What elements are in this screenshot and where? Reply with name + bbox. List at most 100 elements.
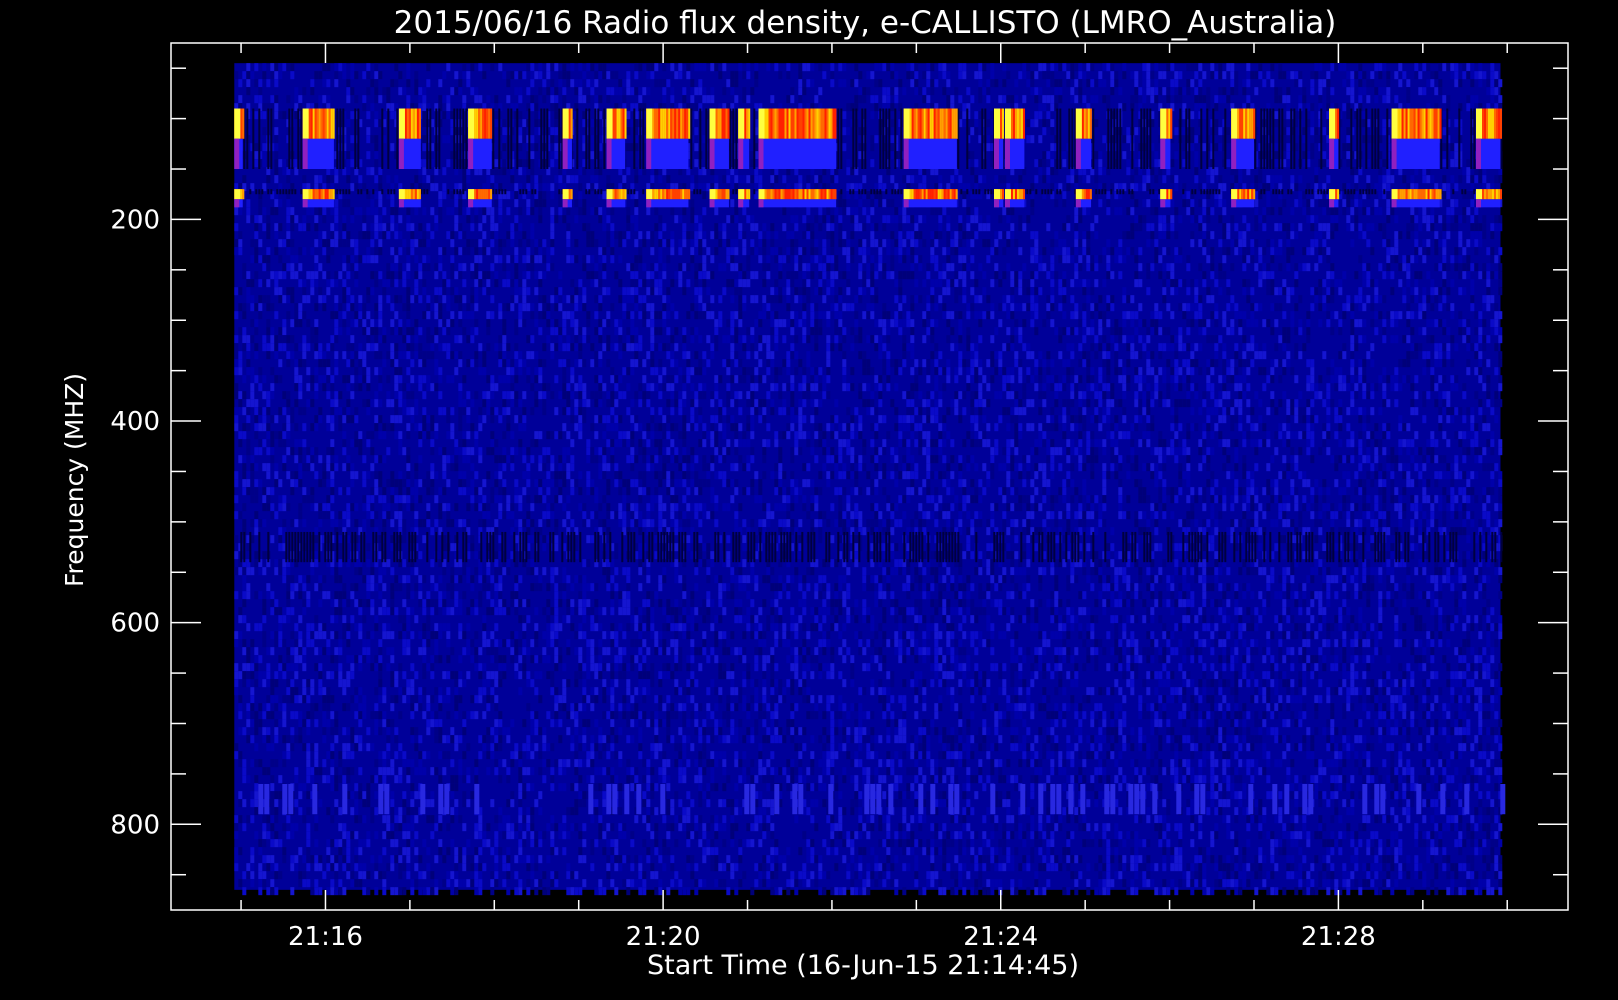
noise-cell — [562, 575, 567, 584]
noise-cell — [406, 495, 411, 504]
noise-cell — [506, 279, 511, 288]
noise-cell — [458, 303, 463, 312]
noise-cell — [270, 759, 275, 768]
noise-cell — [234, 751, 239, 760]
noise-cell — [578, 327, 583, 336]
noise-cell — [270, 503, 275, 512]
noise-cell — [462, 311, 467, 320]
noise-cell — [322, 271, 327, 280]
noise-cell — [238, 695, 243, 704]
noise-cell — [406, 407, 411, 416]
noise-cell — [338, 823, 343, 832]
noise-cell — [626, 583, 631, 592]
noise-cell — [646, 287, 651, 296]
noise-cell — [446, 623, 451, 632]
noise-cell — [574, 87, 579, 96]
noise-cell — [550, 639, 555, 648]
noise-cell — [366, 383, 371, 392]
noise-cell — [298, 871, 303, 880]
noise-cell — [410, 799, 415, 808]
noise-cell — [630, 519, 635, 528]
noise-cell — [258, 415, 263, 424]
noise-cell — [558, 335, 563, 344]
noise-cell — [506, 359, 511, 368]
noise-cell — [274, 599, 279, 608]
noise-cell — [402, 631, 407, 640]
noise-cell — [370, 807, 375, 816]
noise-cell — [542, 359, 547, 368]
noise-cell — [494, 607, 499, 616]
noise-cell — [246, 367, 251, 376]
noise-cell — [362, 223, 367, 232]
noise-cell — [326, 847, 331, 856]
noise-cell — [334, 63, 339, 72]
noise-cell — [286, 687, 291, 696]
noise-cell — [502, 455, 507, 464]
noise-cell — [578, 359, 583, 368]
noise-cell — [274, 863, 279, 872]
noise-cell — [538, 391, 543, 400]
noise-cell — [378, 679, 383, 688]
noise-cell — [278, 607, 283, 616]
noise-cell — [262, 295, 267, 304]
noise-cell — [414, 831, 419, 840]
noise-cell — [654, 207, 659, 216]
noise-cell — [514, 287, 519, 296]
noise-cell — [478, 695, 483, 704]
noise-cell — [486, 511, 491, 520]
noise-cell — [366, 639, 371, 648]
noise-cell — [362, 183, 367, 192]
noise-cell — [554, 495, 559, 504]
noise-cell — [418, 575, 423, 584]
noise-cell — [430, 335, 435, 344]
noise-cell — [258, 207, 263, 216]
noise-cell — [306, 367, 311, 376]
noise-cell — [494, 647, 499, 656]
noise-cell — [426, 327, 431, 336]
noise-cell — [578, 415, 583, 424]
noise-cell — [554, 567, 559, 576]
noise-cell — [426, 639, 431, 648]
noise-cell — [450, 815, 455, 824]
noise-cell — [410, 223, 415, 232]
noise-cell — [382, 879, 387, 888]
noise-cell — [266, 295, 271, 304]
noise-cell — [314, 631, 319, 640]
noise-cell — [530, 719, 535, 728]
noise-cell — [622, 631, 627, 640]
noise-cell — [278, 535, 283, 544]
noise-cell — [282, 751, 287, 760]
noise-cell — [654, 311, 659, 320]
noise-cell — [326, 63, 331, 72]
noise-cell — [534, 887, 539, 896]
noise-cell — [466, 207, 471, 216]
noise-cell — [242, 311, 247, 320]
noise-cell — [342, 767, 347, 776]
noise-cell — [578, 703, 583, 712]
noise-cell — [462, 631, 467, 640]
noise-cell — [242, 375, 247, 384]
noise-cell — [474, 359, 479, 368]
noise-cell — [506, 407, 511, 416]
noise-cell — [582, 631, 587, 640]
noise-cell — [522, 359, 527, 368]
noise-cell — [366, 335, 371, 344]
noise-cell — [298, 95, 303, 104]
noise-cell — [558, 623, 563, 632]
noise-cell — [350, 215, 355, 224]
noise-cell — [594, 839, 599, 848]
noise-cell — [354, 439, 359, 448]
noise-cell — [402, 751, 407, 760]
noise-cell — [522, 271, 527, 280]
noise-cell — [594, 671, 599, 680]
noise-cell — [282, 703, 287, 712]
noise-cell — [306, 631, 311, 640]
noise-cell — [502, 239, 507, 248]
noise-cell — [234, 391, 239, 400]
noise-cell — [282, 319, 287, 328]
noise-cell — [286, 207, 291, 216]
noise-cell — [414, 767, 419, 776]
noise-cell — [558, 359, 563, 368]
noise-cell — [610, 727, 615, 736]
noise-cell — [306, 319, 311, 328]
